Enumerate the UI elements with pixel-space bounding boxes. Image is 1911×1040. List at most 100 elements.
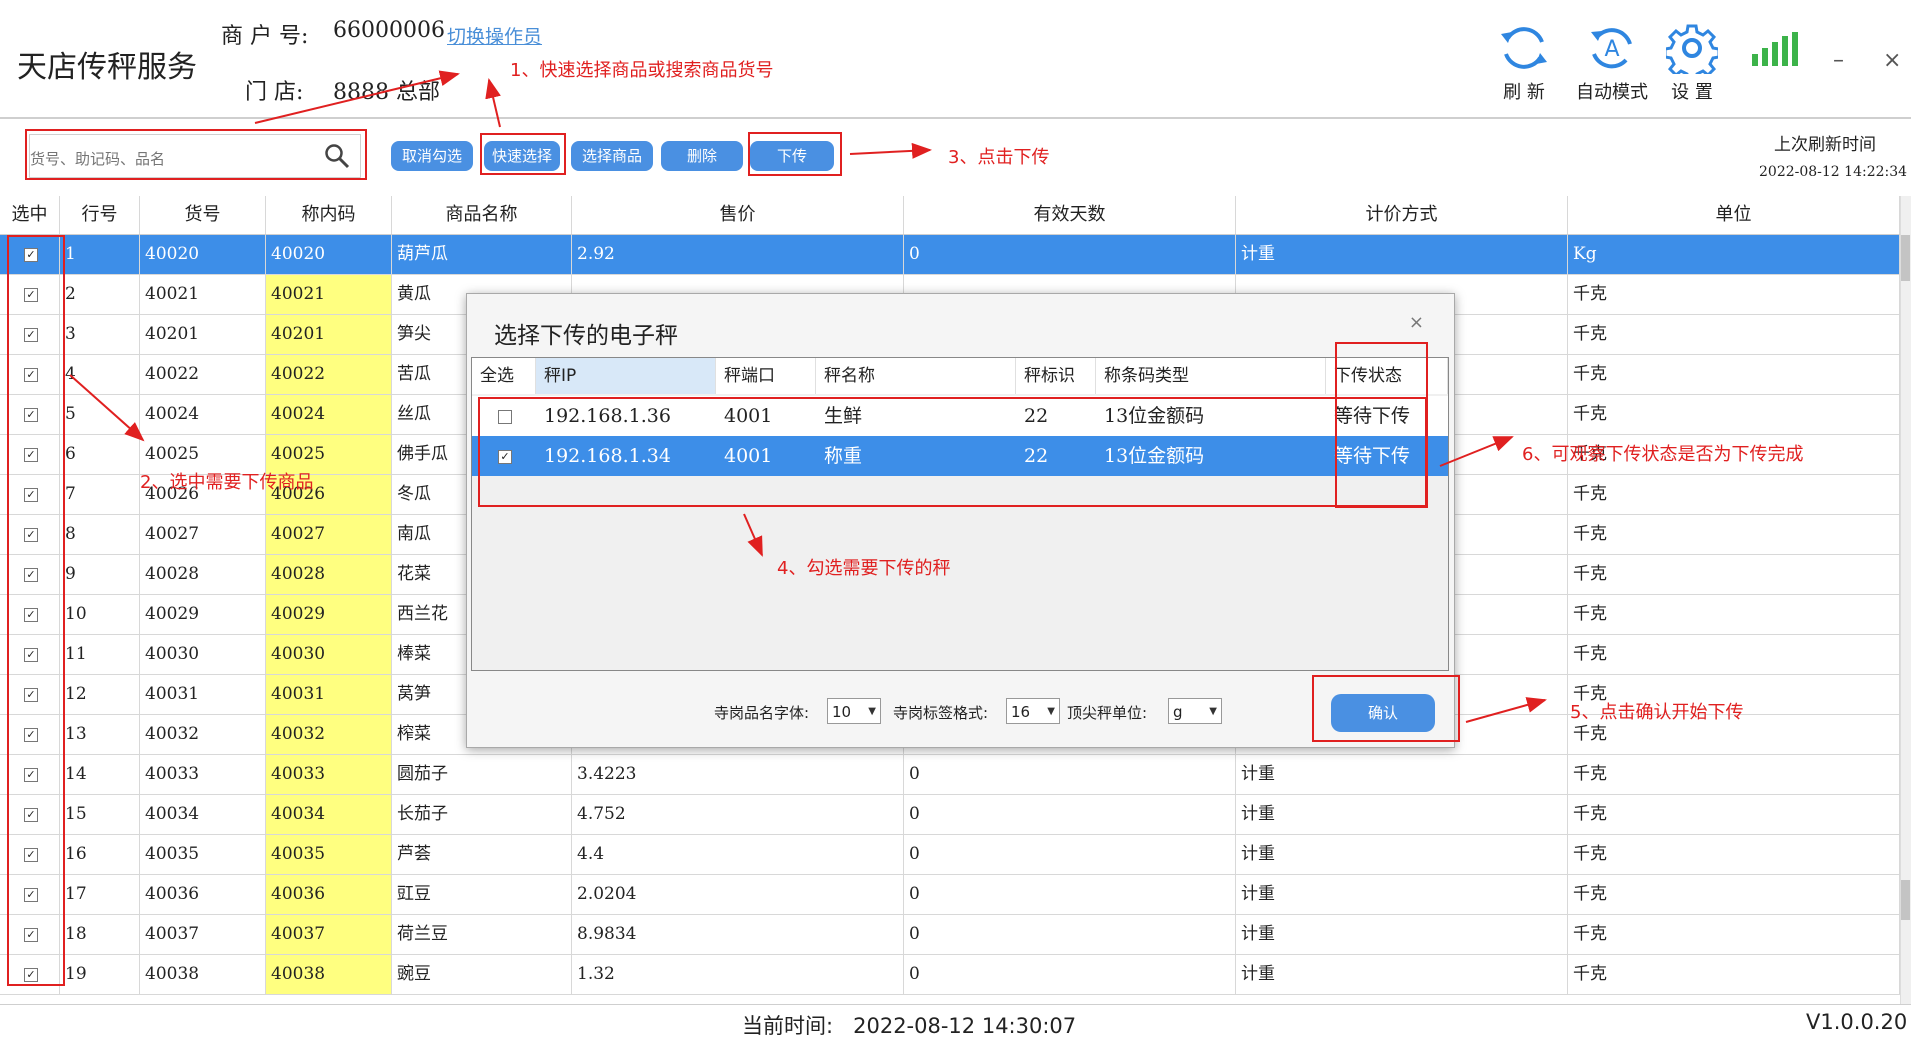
dialog-column-header[interactable]: 秤名称 — [816, 358, 1016, 394]
row-cell-unit: 千克 — [1568, 315, 1900, 354]
table-row[interactable]: ✓ 14 40033 40033 圆茄子 3.4223 0 计重 千克 — [0, 755, 1900, 795]
switch-operator-link[interactable]: 切换操作员 — [447, 22, 542, 49]
scrollbar-thumb[interactable] — [1901, 235, 1910, 281]
row-cell-code: 40033 — [140, 755, 266, 794]
annotation-note-1: 1、快速选择商品或搜索商品货号 — [510, 60, 774, 81]
row-cell-no: 6 — [60, 435, 140, 474]
row-cell-no: 16 — [60, 835, 140, 874]
table-row[interactable]: ✓ 1 40020 40020 葫芦瓜 2.92 0 计重 Kg — [0, 235, 1900, 275]
row-cell-plu: 40033 — [266, 755, 392, 794]
row-cell-unit: Kg — [1568, 235, 1900, 274]
label-format-value: 16 — [1011, 703, 1031, 721]
row-cell-plu: 40032 — [266, 715, 392, 754]
annotation-note-5: 5、点击确认开始下传 — [1570, 702, 1744, 723]
row-cell-code: 40029 — [140, 595, 266, 634]
row-cell-days: 0 — [904, 955, 1236, 994]
merchant-value: 66000006 — [333, 18, 445, 43]
select-goods-button[interactable]: 选择商品 — [571, 141, 653, 171]
row-cell-mode: 计重 — [1236, 955, 1568, 994]
dialog-column-header[interactable]: 全选 — [472, 358, 536, 394]
select-scale-dialog: 选择下传的电子秤 × 全选 秤IP 秤端口 秤名称 秤标识 称条码类型 下传状态 192.1… — [466, 293, 1455, 748]
table-row[interactable]: ✓ 15 40034 40034 长茄子 4.752 0 计重 千克 — [0, 795, 1900, 835]
row-cell-days: 0 — [904, 835, 1236, 874]
minimize-button[interactable]: – — [1833, 48, 1844, 73]
row-cell-plu: 40201 — [266, 315, 392, 354]
table-row[interactable]: ✓ 16 40035 40035 芦荟 4.4 0 计重 千克 — [0, 835, 1900, 875]
dialog-column-header[interactable]: 秤端口 — [716, 358, 816, 394]
row-cell-price: 8.9834 — [572, 915, 904, 954]
table-row[interactable]: ✓ 17 40036 40036 豇豆 2.0204 0 计重 千克 — [0, 875, 1900, 915]
dialog-column-header[interactable]: 秤IP — [536, 358, 716, 394]
uncheck-button[interactable]: 取消勾选 — [391, 141, 473, 171]
refresh-button[interactable]: 刷 新 — [1492, 22, 1556, 104]
row-cell-plu: 40037 — [266, 915, 392, 954]
row-cell-mode: 计重 — [1236, 795, 1568, 834]
column-header[interactable]: 选中 — [0, 196, 60, 234]
row-cell-no: 5 — [60, 395, 140, 434]
table-row[interactable]: ✓ 18 40037 40037 荷兰豆 8.9834 0 计重 千克 — [0, 915, 1900, 955]
column-header[interactable]: 商品名称 — [392, 196, 572, 234]
chevron-down-icon: ▼ — [1047, 706, 1055, 717]
settings-button[interactable]: 设 置 — [1660, 22, 1724, 104]
column-header[interactable]: 货号 — [140, 196, 266, 234]
merchant-label: 商 户 号: — [221, 24, 309, 49]
row-cell-mode: 计重 — [1236, 915, 1568, 954]
row-cell-days: 0 — [904, 235, 1236, 274]
row-cell-no: 9 — [60, 555, 140, 594]
row-cell-plu: 40021 — [266, 275, 392, 314]
row-cell-code: 40201 — [140, 315, 266, 354]
scale-unit-value: g — [1173, 703, 1183, 721]
column-header[interactable]: 单位 — [1568, 196, 1900, 234]
close-button[interactable]: × — [1883, 48, 1901, 73]
row-cell-name: 豇豆 — [392, 875, 572, 914]
row-cell-no: 13 — [60, 715, 140, 754]
row-cell-name: 长茄子 — [392, 795, 572, 834]
signal-bars-icon — [1752, 32, 1798, 66]
scrollbar-thumb-lower[interactable] — [1901, 880, 1910, 920]
column-header[interactable]: 计价方式 — [1236, 196, 1568, 234]
row-cell-no: 4 — [60, 355, 140, 394]
row-cell-no: 2 — [60, 275, 140, 314]
column-header[interactable]: 行号 — [60, 196, 140, 234]
row-cell-code: 40020 — [140, 235, 266, 274]
current-time-value: 2022-08-12 14:30:07 — [853, 1014, 1077, 1038]
auto-mode-button[interactable]: A 自动模式 — [1570, 22, 1654, 104]
store-value: 8888 总部 — [333, 80, 440, 105]
row-cell-no: 8 — [60, 515, 140, 554]
refresh-label: 刷 新 — [1503, 82, 1545, 103]
row-cell-price: 4.4 — [572, 835, 904, 874]
row-cell-unit: 千克 — [1568, 515, 1900, 554]
column-header[interactable]: 售价 — [572, 196, 904, 234]
row-cell-name: 圆茄子 — [392, 755, 572, 794]
row-cell-no: 7 — [60, 475, 140, 514]
current-time-label: 当前时间: — [742, 1014, 834, 1038]
row-cell-code: 40024 — [140, 395, 266, 434]
store-label: 门 店: — [245, 80, 304, 105]
column-header[interactable]: 有效天数 — [904, 196, 1236, 234]
table-row[interactable]: ✓ 19 40038 40038 豌豆 1.32 0 计重 千克 — [0, 955, 1900, 995]
dialog-column-header[interactable]: 称条码类型 — [1096, 358, 1326, 394]
dialog-close-icon[interactable]: × — [1409, 312, 1424, 333]
dialog-column-header[interactable]: 秤标识 — [1016, 358, 1096, 394]
chevron-down-icon: ▼ — [868, 706, 876, 717]
column-header[interactable]: 称内码 — [266, 196, 392, 234]
settings-label: 设 置 — [1671, 82, 1713, 103]
delete-button[interactable]: 删除 — [661, 141, 743, 171]
gear-icon — [1666, 24, 1718, 74]
row-cell-plu: 40035 — [266, 835, 392, 874]
row-cell-no: 1 — [60, 235, 140, 274]
label-format-select[interactable]: 16 ▼ — [1006, 698, 1060, 724]
font-size-select[interactable]: 10 ▼ — [827, 698, 881, 724]
header-divider — [0, 117, 1911, 119]
row-cell-unit: 千克 — [1568, 915, 1900, 954]
annotation-box-quick-select — [480, 133, 566, 175]
row-cell-unit: 千克 — [1568, 275, 1900, 314]
row-cell-plu: 40022 — [266, 355, 392, 394]
row-cell-price: 3.4223 — [572, 755, 904, 794]
row-cell-name: 芦荟 — [392, 835, 572, 874]
row-cell-code: 40035 — [140, 835, 266, 874]
row-cell-no: 10 — [60, 595, 140, 634]
footer-divider — [0, 1004, 1911, 1005]
scale-unit-select[interactable]: g ▼ — [1168, 698, 1222, 724]
row-cell-unit: 千克 — [1568, 355, 1900, 394]
